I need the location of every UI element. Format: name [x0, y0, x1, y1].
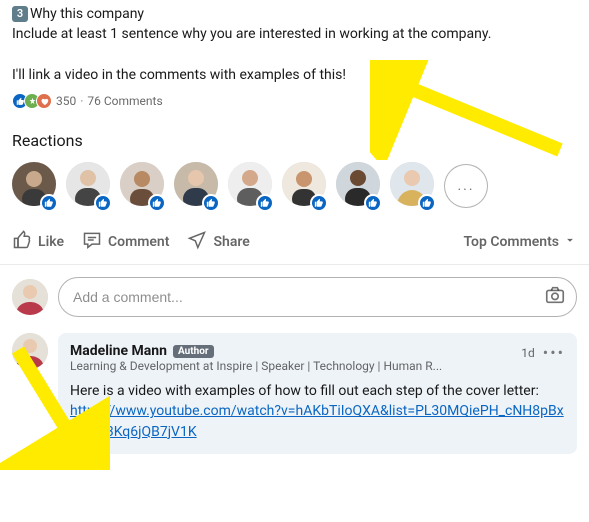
like-icon — [256, 194, 274, 212]
comment-author-headline: Learning & Development at Inspire | Spea… — [70, 359, 515, 373]
reactions-count: 350 — [56, 94, 76, 108]
comment-label: Comment — [108, 234, 169, 250]
comment-time: 1d — [521, 346, 535, 360]
comment-menu-button[interactable]: ••• — [543, 343, 565, 362]
like-icon — [364, 194, 382, 212]
like-icon — [310, 194, 328, 212]
sort-label: Top Comments — [464, 234, 559, 250]
comment-icon — [82, 230, 102, 254]
post-line-1-text: Why this company — [30, 6, 144, 22]
comment-input-wrapper[interactable] — [58, 277, 577, 317]
reactor-avatar[interactable] — [174, 162, 218, 210]
more-reactors-button[interactable]: ... — [444, 164, 488, 208]
chevron-down-icon — [563, 233, 577, 251]
commenter-avatar[interactable] — [12, 333, 48, 369]
comment-author-name[interactable]: Madeline Mann — [70, 343, 167, 359]
reactor-avatar[interactable] — [282, 162, 326, 210]
reactor-avatar[interactable] — [120, 162, 164, 210]
like-label: Like — [38, 234, 64, 250]
comment-link[interactable]: https://www.youtube.com/watch?v=hAKbTiIo… — [70, 403, 564, 439]
comments-count[interactable]: 76 Comments — [87, 94, 162, 108]
share-label: Share — [213, 234, 249, 250]
post-line-1: 3Why this company — [12, 4, 577, 24]
like-icon — [418, 194, 436, 212]
reaction-stack — [12, 93, 52, 109]
comment-body: Here is a video with examples of how to … — [70, 383, 539, 399]
reactor-avatar[interactable] — [390, 162, 434, 210]
reactors-row: ... — [12, 162, 577, 210]
heart-icon — [36, 93, 52, 109]
action-bar: Like Comment Share Top Comments — [0, 220, 589, 265]
like-icon — [40, 194, 58, 212]
comment-input[interactable] — [73, 289, 544, 305]
post-line-3: I'll link a video in the comments with e… — [12, 65, 577, 85]
separator-dot: · — [80, 94, 83, 108]
comment-input-row — [0, 265, 589, 329]
sort-comments-button[interactable]: Top Comments — [464, 233, 577, 251]
reactions-summary[interactable]: 350 · 76 Comments — [0, 87, 589, 117]
reactor-avatar[interactable] — [12, 162, 56, 210]
like-button[interactable]: Like — [12, 230, 64, 254]
comment-card: Madeline Mann Author Learning & Developm… — [58, 333, 577, 454]
like-icon — [12, 230, 32, 254]
like-icon — [202, 194, 220, 212]
post-body: 3Why this company Include at least 1 sen… — [0, 0, 589, 87]
post-line-2: Include at least 1 sentence why you are … — [12, 24, 577, 44]
camera-icon[interactable] — [544, 284, 566, 310]
reactions-block: Reactions — [0, 117, 589, 220]
author-badge: Author — [173, 345, 214, 358]
like-icon — [148, 194, 166, 212]
step-number-badge: 3 — [12, 6, 28, 22]
like-icon — [94, 194, 112, 212]
comment-row: Madeline Mann Author Learning & Developm… — [0, 329, 589, 468]
current-user-avatar[interactable] — [12, 279, 48, 315]
reactor-avatar[interactable] — [66, 162, 110, 210]
share-button[interactable]: Share — [187, 230, 249, 254]
share-icon — [187, 230, 207, 254]
comment-button[interactable]: Comment — [82, 230, 169, 254]
reactor-avatar[interactable] — [336, 162, 380, 210]
reactor-avatar[interactable] — [228, 162, 272, 210]
reactions-title: Reactions — [12, 131, 577, 150]
